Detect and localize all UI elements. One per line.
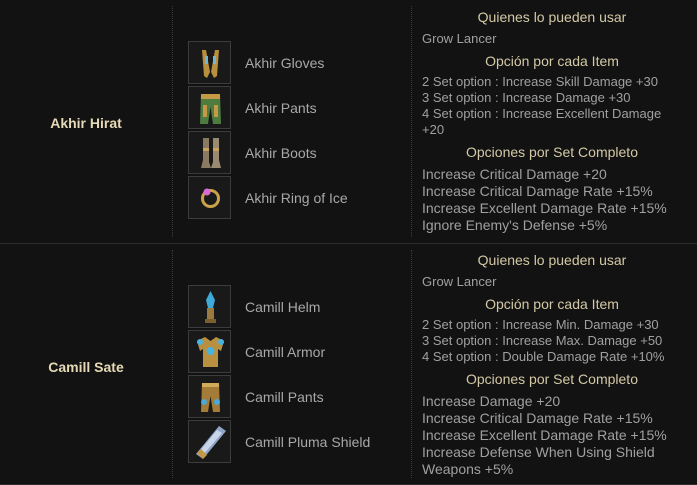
full-set-option: Ignore Enemy's Defense +5% [422,217,608,233]
users-value: Grow Lancer [422,274,497,289]
item-name: Akhir Boots [245,145,317,161]
item-camill-helm[interactable]: Camill Helm [188,285,408,329]
set-name: Akhir Hirat [50,115,122,131]
item-name: Camill Pluma Shield [245,434,371,450]
item-options-list: 2 Set option : Increase Skill Damage +30… [422,74,661,138]
item-name: Camill Pants [245,389,324,405]
item-option: 3 Set option : Increase Damage +30 [422,90,631,105]
column-divider [172,250,173,478]
item-name: Akhir Pants [245,100,317,116]
users-header: Quienes lo pueden usar [477,9,627,25]
users-value: Grow Lancer [422,31,497,46]
full-set-option: Increase Defense When Using Shield [422,444,655,460]
full-set-options-list: Increase Damage +20 Increase Critical Da… [422,393,667,478]
item-camill-pants[interactable]: Camill Pants [188,375,408,419]
item-option-header: Opción por cada Item [485,53,619,69]
pants-icon [188,86,231,129]
column-divider [411,250,412,478]
item-name: Akhir Ring of Ice [245,190,348,206]
set-row-camill-sate: Camill Sate Camill Helm Camill Armor Cam… [0,244,697,485]
full-set-option: Increase Critical Damage Rate +15% [422,410,653,426]
item-akhir-gloves[interactable]: Akhir Gloves [188,41,408,85]
item-name: Camill Armor [245,344,326,360]
full-set-option: Increase Excellent Damage Rate +15% [422,427,667,443]
gloves-icon [188,41,231,84]
item-name: Camill Helm [245,299,321,315]
item-akhir-pants[interactable]: Akhir Pants [188,86,408,130]
full-set-option: Weapons +5% [422,461,514,477]
boots-icon [188,131,231,174]
item-camill-armor[interactable]: Camill Armor [188,330,408,374]
pants-icon [188,375,231,418]
item-option: +20 [422,122,445,137]
item-option: 3 Set option : Increase Max. Damage +50 [422,333,663,348]
item-akhir-ring-of-ice[interactable]: Akhir Ring of Ice [188,176,408,220]
armor-icon [188,330,231,373]
shield-icon [188,420,231,463]
item-option: 2 Set option : Increase Min. Damage +30 [422,317,659,332]
full-set-option: Increase Critical Damage +20 [422,166,607,182]
full-set-header: Opciones por Set Completo [466,144,638,160]
set-row-akhir-hirat: Akhir Hirat Akhir Gloves Akhir Pants Akh… [0,0,697,244]
item-option: 4 Set option : Increase Excellent Damage [422,106,662,121]
full-set-option: Increase Damage +20 [422,393,561,409]
item-option-header: Opción por cada Item [485,296,619,312]
item-options-list: 2 Set option : Increase Min. Damage +30 … [422,317,664,365]
helm-icon [188,285,231,328]
item-akhir-boots[interactable]: Akhir Boots [188,131,408,175]
item-camill-pluma-shield[interactable]: Camill Pluma Shield [188,420,408,464]
column-divider [172,6,173,237]
full-set-options-list: Increase Critical Damage +20 Increase Cr… [422,166,667,234]
set-name: Camill Sate [48,359,124,375]
users-header: Quienes lo pueden usar [477,252,627,268]
full-set-option: Increase Excellent Damage Rate +15% [422,200,667,216]
ring-icon [188,176,231,219]
item-name: Akhir Gloves [245,55,325,71]
full-set-option: Increase Critical Damage Rate +15% [422,183,653,199]
item-option: 4 Set option : Double Damage Rate +10% [422,349,665,364]
column-divider [411,6,412,237]
item-option: 2 Set option : Increase Skill Damage +30 [422,74,658,89]
full-set-header: Opciones por Set Completo [466,371,638,387]
